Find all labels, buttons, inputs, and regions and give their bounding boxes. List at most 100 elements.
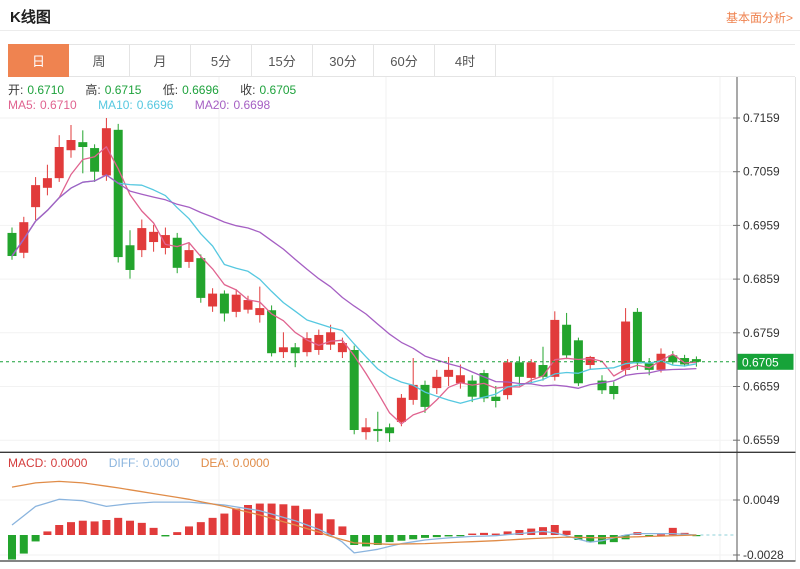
macd-hist-bar bbox=[126, 521, 134, 535]
candle-body bbox=[173, 238, 182, 268]
macd-hist-bar bbox=[421, 535, 429, 538]
macd-hist-bar bbox=[362, 535, 370, 546]
candle-body bbox=[255, 308, 264, 315]
macd-hist-bar bbox=[185, 526, 193, 535]
macd-hist-bar bbox=[102, 520, 110, 535]
candle-body bbox=[126, 245, 135, 270]
macd-hist-bar bbox=[32, 535, 40, 541]
macd-hist-bar bbox=[303, 509, 311, 535]
macd-axis-label: 0.0049 bbox=[743, 493, 780, 507]
macd-hist-bar bbox=[445, 535, 453, 536]
macd-hist-bar bbox=[468, 534, 476, 535]
candle-body bbox=[621, 322, 630, 370]
candle-body bbox=[515, 362, 524, 376]
macd-hist-bar bbox=[197, 522, 205, 535]
kline-page: K线图 基本面分析> 日周月5分15分30分60分4时 0.7159 0.7059… bbox=[0, 0, 800, 569]
candle-body bbox=[31, 185, 40, 207]
price-axis-label: 0.6859 bbox=[743, 272, 780, 286]
macd-hist-bar bbox=[480, 533, 488, 535]
candle-body bbox=[161, 235, 170, 248]
candle-body bbox=[137, 228, 146, 250]
macd-hist-bar bbox=[232, 509, 240, 535]
fundamental-analysis-link[interactable]: 基本面分析> bbox=[726, 9, 793, 26]
macd-hist-bar bbox=[456, 535, 464, 536]
macd-chart-canvas[interactable]: 0.0049 -0.0028 bbox=[0, 453, 800, 563]
price-axis-label: 0.6959 bbox=[743, 218, 780, 232]
candle-body bbox=[468, 381, 477, 397]
candle-body bbox=[185, 250, 194, 262]
tab-15分[interactable]: 15分 bbox=[252, 44, 313, 77]
macd-hist-bar bbox=[91, 521, 99, 535]
candlestick-chart-canvas[interactable]: 0.7159 0.7059 0.6959 0.6859 0.6759 0.6659 0.65… bbox=[0, 77, 800, 453]
candle-body bbox=[196, 258, 205, 298]
candle-body bbox=[362, 427, 371, 432]
candle-body bbox=[503, 362, 512, 395]
candle-body bbox=[232, 295, 241, 312]
candle-body bbox=[279, 347, 288, 352]
candle-body bbox=[550, 320, 559, 377]
macd-hist-bar bbox=[397, 535, 405, 541]
macd-hist-bar bbox=[220, 514, 228, 535]
candle-body bbox=[220, 294, 229, 314]
interval-tabbar: 日周月5分15分30分60分4时 bbox=[8, 44, 795, 77]
candle-body bbox=[421, 385, 430, 407]
candle-body bbox=[397, 398, 406, 422]
macd-hist-bar bbox=[138, 523, 146, 535]
macd-hist-bar bbox=[386, 535, 394, 542]
macd-hist-bar bbox=[433, 535, 441, 537]
current-price-badge-value: 0.6705 bbox=[742, 355, 779, 369]
candle-body bbox=[385, 427, 394, 433]
candle-body bbox=[314, 335, 323, 350]
macd-hist-bar bbox=[173, 532, 181, 535]
page-header: K线图 基本面分析> bbox=[0, 0, 800, 31]
candle-body bbox=[244, 300, 253, 310]
tab-周[interactable]: 周 bbox=[69, 44, 130, 77]
tab-月[interactable]: 月 bbox=[130, 44, 191, 77]
price-axis-label: 0.6659 bbox=[743, 380, 780, 394]
candle-body bbox=[78, 142, 87, 147]
macd-hist-bar bbox=[209, 518, 217, 535]
candle-body bbox=[208, 294, 217, 307]
macd-hist-bar bbox=[161, 535, 169, 536]
price-axis-label: 0.7059 bbox=[743, 165, 780, 179]
tab-4时[interactable]: 4时 bbox=[435, 44, 496, 77]
macd-hist-bar bbox=[657, 534, 665, 535]
candle-body bbox=[19, 222, 28, 253]
candle-body bbox=[432, 377, 441, 388]
candle-body bbox=[291, 347, 300, 353]
candle-body bbox=[373, 429, 382, 431]
macd-axis-label: -0.0028 bbox=[743, 548, 784, 562]
candle-body bbox=[267, 310, 276, 353]
candle-body bbox=[444, 370, 453, 377]
macd-panel: 0.0049-0.0028 MACD:0.0000 DIFF:0.0000 DE… bbox=[0, 453, 800, 563]
macd-hist-bar bbox=[256, 504, 264, 535]
tab-30分[interactable]: 30分 bbox=[313, 44, 374, 77]
macd-hist-bar bbox=[55, 525, 63, 535]
macd-hist-bar bbox=[563, 531, 571, 535]
candle-body bbox=[67, 140, 76, 150]
macd-hist-bar bbox=[409, 535, 417, 539]
candle-body bbox=[562, 325, 571, 356]
macd-hist-bar bbox=[79, 521, 87, 535]
price-axis-label: 0.6559 bbox=[743, 433, 780, 447]
macd-hist-bar bbox=[492, 534, 500, 535]
price-axis-label: 0.7159 bbox=[743, 111, 780, 125]
tab-日[interactable]: 日 bbox=[8, 44, 69, 77]
candle-body bbox=[43, 178, 52, 188]
candle-body bbox=[55, 147, 64, 178]
page-title: K线图 bbox=[10, 6, 51, 27]
macd-hist-bar bbox=[150, 528, 158, 535]
macd-hist-bar bbox=[279, 504, 287, 535]
price-axis-label: 0.6759 bbox=[743, 326, 780, 340]
candle-body bbox=[149, 232, 158, 242]
candle-body bbox=[527, 362, 536, 378]
candle-body bbox=[491, 397, 500, 401]
tab-60分[interactable]: 60分 bbox=[374, 44, 435, 77]
candle-body bbox=[114, 130, 123, 257]
macd-hist-bar bbox=[114, 518, 122, 535]
macd-hist-bar bbox=[8, 535, 16, 560]
macd-hist-bar bbox=[43, 531, 51, 535]
candlestick-panel: 0.7159 0.7059 0.6959 0.6859 0.6759 0.6659 0.65… bbox=[0, 77, 800, 453]
macd-hist-bar bbox=[338, 526, 346, 535]
tab-5分[interactable]: 5分 bbox=[191, 44, 252, 77]
